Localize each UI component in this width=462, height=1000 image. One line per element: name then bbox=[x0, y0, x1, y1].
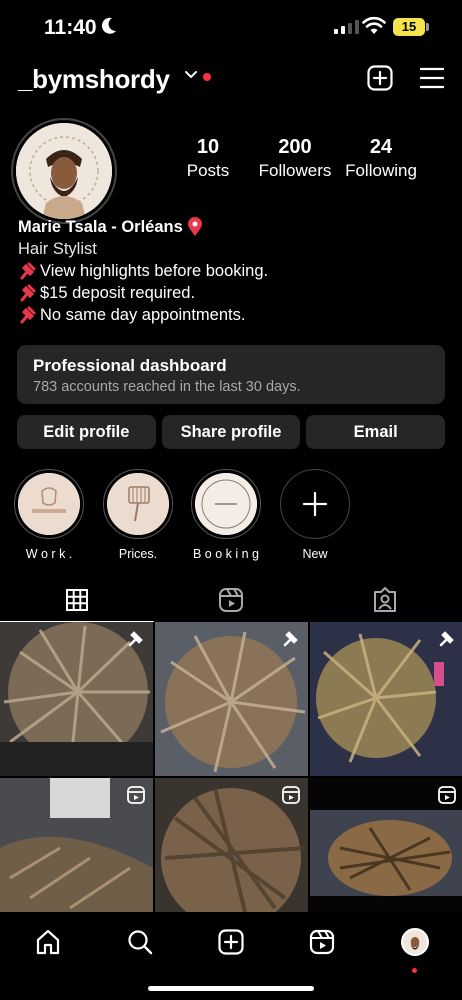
new-highlight-ring bbox=[280, 469, 350, 539]
dashboard-subtitle: 783 accounts reached in the last 30 days… bbox=[33, 379, 301, 395]
avatar bbox=[401, 928, 429, 956]
highlight-ring bbox=[103, 469, 173, 539]
grid-post-3[interactable] bbox=[310, 622, 462, 776]
notification-dot bbox=[412, 968, 417, 973]
highlight-work[interactable]: W o r k . bbox=[14, 469, 84, 561]
battery-indicator: 15 bbox=[393, 18, 425, 36]
highlight-label: Prices. bbox=[118, 547, 158, 561]
nav-home[interactable] bbox=[28, 922, 68, 962]
plus-icon bbox=[302, 491, 328, 517]
nav-reels[interactable] bbox=[302, 922, 342, 962]
highlight-booking[interactable]: B o o k i n g bbox=[191, 469, 261, 561]
posts-count[interactable]: 10 Posts bbox=[178, 136, 238, 181]
nav-search[interactable] bbox=[120, 922, 160, 962]
notification-dot bbox=[203, 73, 211, 81]
wifi-icon bbox=[362, 16, 386, 34]
moon-icon bbox=[101, 17, 116, 34]
reel-icon bbox=[438, 786, 456, 804]
tab-reels[interactable] bbox=[154, 578, 308, 622]
posts-grid bbox=[0, 622, 462, 912]
menu-icon[interactable] bbox=[420, 67, 444, 89]
battery-tip bbox=[426, 23, 429, 31]
edit-profile-button[interactable]: Edit profile bbox=[17, 415, 156, 449]
pinned-icon bbox=[283, 631, 298, 647]
highlight-label: New bbox=[302, 547, 328, 561]
bio-line: No same day appointments. bbox=[40, 306, 246, 324]
stat-number: 200 bbox=[278, 136, 312, 158]
share-profile-button[interactable]: Share profile bbox=[161, 415, 301, 449]
tab-posts-grid[interactable] bbox=[0, 578, 154, 622]
pushpin-icon bbox=[20, 306, 36, 324]
search-icon bbox=[128, 930, 153, 955]
highlight-new[interactable]: New bbox=[280, 469, 350, 561]
grid-icon bbox=[66, 589, 88, 611]
profile-header: _bymshordy bbox=[0, 58, 462, 102]
dashboard-title: Professional dashboard bbox=[33, 356, 227, 375]
stat-number: 24 bbox=[369, 136, 393, 158]
following-count[interactable]: 24 Following bbox=[341, 136, 421, 181]
reel-icon bbox=[282, 786, 300, 804]
grid-post-5[interactable] bbox=[155, 778, 308, 912]
home-icon bbox=[36, 929, 60, 955]
tab-tagged[interactable] bbox=[308, 578, 462, 622]
email-button[interactable]: Email bbox=[306, 415, 446, 449]
grid-post-6[interactable] bbox=[310, 778, 462, 912]
bio-line: $15 deposit required. bbox=[40, 284, 196, 302]
pinned-icon bbox=[128, 631, 143, 647]
stat-label: Posts bbox=[186, 161, 230, 180]
stat-label: Followers bbox=[258, 161, 332, 180]
signal-icon bbox=[334, 18, 359, 34]
tagged-person-icon bbox=[374, 587, 396, 612]
nav-profile[interactable] bbox=[395, 922, 435, 962]
highlight-ring bbox=[14, 469, 84, 539]
highlight-cover bbox=[18, 473, 80, 535]
profile-avatar[interactable] bbox=[11, 118, 117, 224]
highlight-cover bbox=[107, 473, 169, 535]
chevron-down-icon[interactable] bbox=[184, 70, 198, 80]
highlight-label: W o r k . bbox=[25, 547, 73, 561]
highlight-ring bbox=[191, 469, 261, 539]
profile-bio: Marie Tsala - Orléans Hair Stylist View … bbox=[18, 216, 268, 326]
reel-icon bbox=[127, 786, 145, 804]
status-time: 11:40 bbox=[44, 16, 97, 39]
pushpin-icon bbox=[20, 262, 36, 280]
highlight-cover bbox=[195, 473, 257, 535]
highlight-prices[interactable]: Prices. bbox=[103, 469, 173, 561]
create-post-icon bbox=[218, 929, 244, 955]
stat-label: Following bbox=[345, 161, 417, 180]
followers-count[interactable]: 200 Followers bbox=[252, 136, 338, 181]
grid-post-4[interactable] bbox=[0, 778, 153, 912]
content-tabs bbox=[0, 578, 462, 622]
profile-name: Marie Tsala - Orléans bbox=[18, 218, 183, 236]
professional-dashboard[interactable]: Professional dashboard 783 accounts reac… bbox=[17, 345, 445, 404]
profile-actions: Edit profile Share profile Email bbox=[17, 415, 446, 449]
nav-create[interactable] bbox=[211, 922, 251, 962]
pinned-icon bbox=[439, 631, 454, 647]
story-highlights: W o r k . Prices. B o o k i n g New bbox=[0, 469, 462, 561]
home-indicator bbox=[148, 986, 314, 991]
status-bar: 11:40 15 bbox=[0, 0, 462, 56]
avatar bbox=[16, 123, 112, 219]
reels-icon bbox=[219, 588, 243, 612]
pushpin-icon bbox=[20, 284, 36, 302]
stat-number: 10 bbox=[196, 136, 220, 158]
bio-line: View highlights before booking. bbox=[40, 262, 269, 280]
create-post-icon[interactable] bbox=[367, 65, 393, 91]
username-switcher[interactable]: _bymshordy bbox=[18, 64, 170, 95]
grid-post-1[interactable] bbox=[0, 622, 153, 776]
profile-category: Hair Stylist bbox=[18, 240, 97, 258]
location-pin-icon bbox=[187, 217, 202, 236]
highlight-label: B o o k i n g bbox=[192, 547, 259, 561]
reels-icon bbox=[309, 929, 335, 955]
grid-post-2[interactable] bbox=[155, 622, 308, 776]
